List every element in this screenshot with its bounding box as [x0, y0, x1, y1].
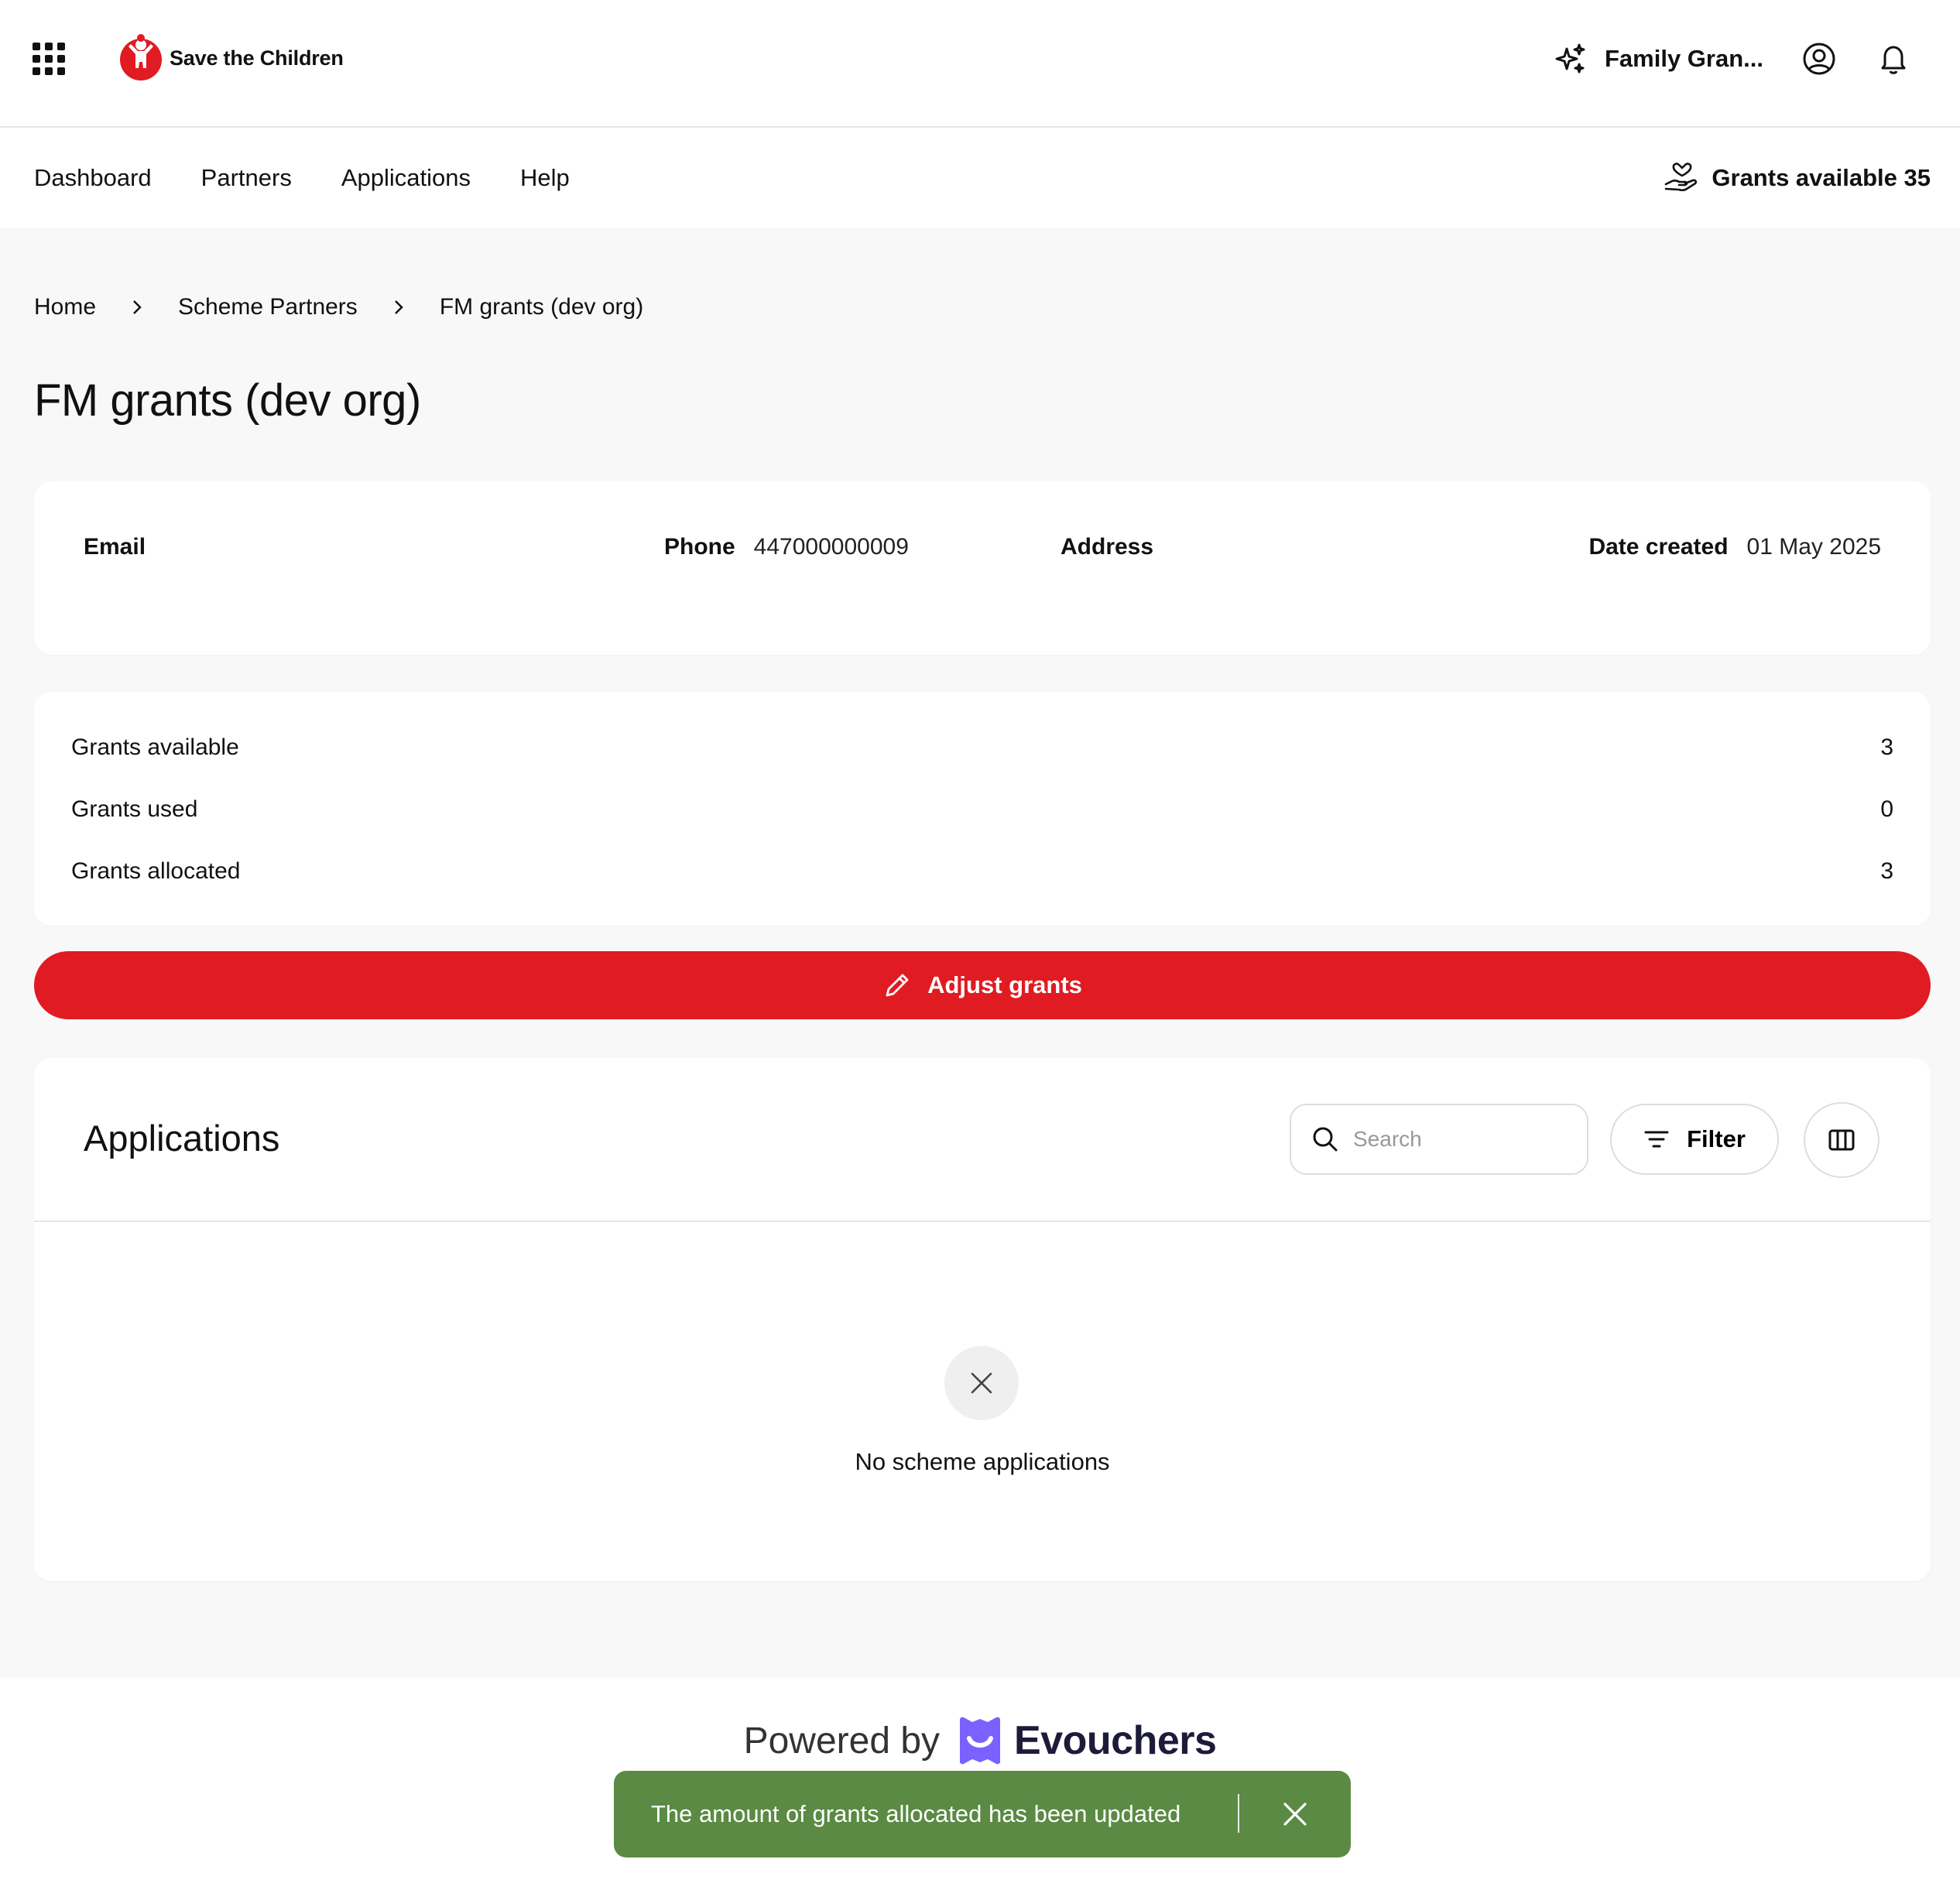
powered-by-text: Powered by: [743, 1720, 941, 1762]
chevron-right-icon: [130, 298, 144, 317]
stat-value: 0: [1880, 796, 1893, 822]
breadcrumb-current: FM grants (dev org): [439, 294, 644, 320]
filter-label: Filter: [1687, 1125, 1746, 1152]
email-field: Email: [84, 534, 164, 560]
evouchers-brand: Evouchers: [1014, 1718, 1217, 1763]
sparkle-icon: [1555, 43, 1585, 74]
brand-name: Save the Children: [170, 46, 344, 70]
adjust-grants-label: Adjust grants: [927, 971, 1082, 998]
pencil-icon: [886, 974, 909, 997]
applications-title: Applications: [84, 1118, 280, 1159]
email-label: Email: [84, 534, 146, 560]
filter-button[interactable]: Filter: [1610, 1104, 1779, 1175]
columns-icon: [1828, 1129, 1855, 1151]
top-header: Save the Children Family Gran...: [0, 0, 1960, 128]
stat-value: 3: [1880, 858, 1893, 884]
phone-label: Phone: [664, 534, 735, 560]
nav-dashboard[interactable]: Dashboard: [34, 164, 152, 192]
partner-info-card: Email Phone 447000000009 Address Date cr…: [34, 481, 1931, 655]
chevron-right-icon: [392, 298, 406, 317]
page-title: FM grants (dev org): [34, 375, 421, 426]
address-field: Address: [1061, 534, 1172, 560]
evouchers-logo[interactable]: Evouchers: [958, 1717, 1217, 1765]
date-created-value: 01 May 2025: [1746, 534, 1881, 560]
toast-divider: [1238, 1794, 1239, 1833]
brand-logo[interactable]: Save the Children: [118, 33, 344, 84]
powered-by: Powered by Evouchers: [0, 1717, 1960, 1765]
stat-grants-available: Grants available 3: [71, 728, 1893, 767]
breadcrumb: Home Scheme Partners FM grants (dev org): [34, 288, 643, 327]
notifications-button[interactable]: [1872, 37, 1915, 80]
close-icon: [971, 1372, 992, 1394]
grants-stats-card: Grants available 3 Grants used 0 Grants …: [34, 692, 1931, 926]
success-toast: The amount of grants allocated has been …: [614, 1771, 1351, 1857]
breadcrumb-home[interactable]: Home: [34, 294, 96, 320]
applications-header: Applications Filter: [34, 1058, 1931, 1222]
grants-available-summary: Grants available 35: [1664, 128, 1931, 228]
phone-field: Phone 447000000009: [664, 534, 909, 560]
hand-heart-icon: [1665, 163, 1698, 191]
scheme-switcher[interactable]: Family Gran...: [1554, 42, 1763, 76]
toast-message: The amount of grants allocated has been …: [651, 1800, 1181, 1827]
scheme-name: Family Gran...: [1604, 45, 1763, 72]
columns-toggle-button[interactable]: [1804, 1102, 1879, 1178]
date-created-field: Date created 01 May 2025: [1588, 534, 1881, 560]
phone-value: 447000000009: [753, 534, 909, 560]
filter-icon: [1644, 1131, 1669, 1148]
apps-grid-icon[interactable]: [33, 43, 65, 75]
close-icon: [1283, 1803, 1307, 1826]
save-the-children-logo-icon: [120, 34, 162, 80]
stat-value: 3: [1880, 734, 1893, 760]
stat-grants-used: Grants used 0: [71, 790, 1893, 829]
stat-label: Grants allocated: [71, 858, 241, 884]
stat-grants-allocated: Grants allocated 3: [71, 852, 1893, 891]
search-field[interactable]: [1290, 1104, 1588, 1175]
search-icon: [1313, 1127, 1338, 1152]
breadcrumb-scheme-partners[interactable]: Scheme Partners: [178, 294, 358, 320]
adjust-grants-button[interactable]: Adjust grants: [34, 951, 1931, 1019]
stat-label: Grants available: [71, 734, 239, 760]
user-circle-icon: [1803, 43, 1835, 75]
bell-icon: [1881, 46, 1906, 74]
empty-state-text: No scheme applications: [855, 1448, 1110, 1475]
nav-applications[interactable]: Applications: [341, 164, 471, 192]
date-created-label: Date created: [1588, 534, 1729, 560]
main-nav: Dashboard Partners Applications Help Gra…: [0, 128, 1960, 228]
nav-partners[interactable]: Partners: [201, 164, 292, 192]
stat-label: Grants used: [71, 796, 198, 822]
search-input[interactable]: [1353, 1127, 1570, 1152]
grants-available-label: Grants available 35: [1712, 164, 1931, 191]
address-label: Address: [1061, 534, 1154, 560]
evouchers-logo-icon: [960, 1717, 1001, 1765]
empty-state-icon: [944, 1346, 1019, 1420]
toast-close-button[interactable]: [1276, 1796, 1314, 1833]
nav-help[interactable]: Help: [520, 164, 570, 192]
user-profile-button[interactable]: [1797, 37, 1841, 80]
applications-card: Applications Filter No scheme applicatio…: [34, 1058, 1931, 1581]
